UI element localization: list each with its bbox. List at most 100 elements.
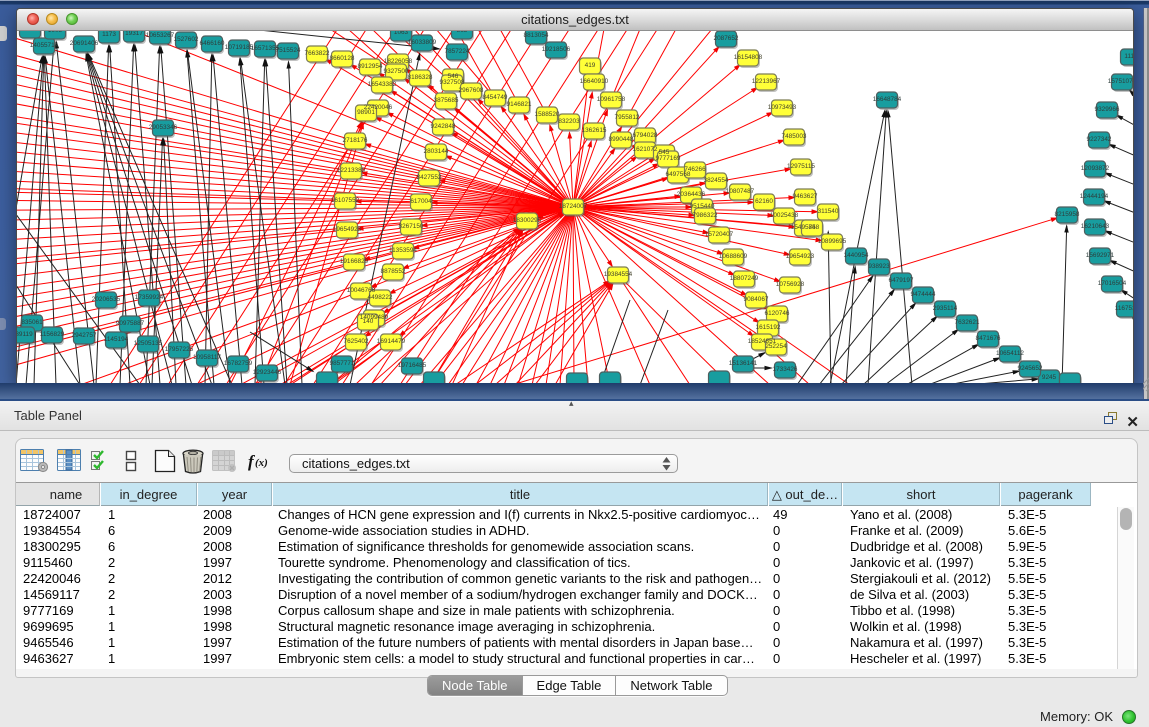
svg-text:10719185: 10719185 xyxy=(225,44,254,51)
svg-text:16543382: 16543382 xyxy=(368,81,397,88)
svg-text:39119: 39119 xyxy=(17,331,33,338)
svg-text:1117: 1117 xyxy=(1124,53,1133,60)
svg-text:7986322: 7986322 xyxy=(693,212,718,219)
svg-text:19317: 19317 xyxy=(125,31,143,37)
svg-text:20691406: 20691406 xyxy=(70,40,99,47)
svg-text:14055714: 14055714 xyxy=(30,42,59,49)
svg-text:15751074: 15751074 xyxy=(1108,78,1133,85)
svg-text:19384554: 19384554 xyxy=(604,271,633,278)
svg-text:2942757: 2942757 xyxy=(72,332,97,339)
svg-text:7485003: 7485003 xyxy=(782,133,807,140)
svg-text:19166829: 19166829 xyxy=(340,258,369,265)
svg-text:3824554: 3824554 xyxy=(704,177,729,184)
svg-text:2718176: 2718176 xyxy=(343,137,368,144)
svg-text:1156829: 1156829 xyxy=(40,331,65,338)
svg-text:12975115: 12975115 xyxy=(787,163,815,170)
svg-text:84: 84 xyxy=(808,224,816,231)
svg-text:1903: 1903 xyxy=(48,31,63,34)
svg-text:18226058: 18226058 xyxy=(384,58,413,65)
svg-text:1615192: 1615192 xyxy=(756,324,781,331)
svg-text:15136141: 15136141 xyxy=(729,360,758,367)
svg-text:7857224: 7857224 xyxy=(445,48,470,55)
svg-text:10688609: 10688609 xyxy=(719,253,748,260)
svg-text:10973493: 10973493 xyxy=(768,104,797,111)
svg-text:10899695: 10899695 xyxy=(818,238,847,245)
svg-text:17957225: 17957225 xyxy=(165,346,194,353)
svg-text:9245: 9245 xyxy=(1042,374,1057,381)
svg-text:252254: 252254 xyxy=(765,343,787,350)
svg-text:10958117: 10958117 xyxy=(193,354,221,361)
svg-text:2935114: 2935114 xyxy=(933,305,958,312)
svg-text:140: 140 xyxy=(363,318,374,325)
svg-text:12923446: 12923446 xyxy=(253,369,282,376)
svg-text:1362615: 1362615 xyxy=(582,127,607,134)
svg-text:9329966: 9329966 xyxy=(1095,106,1120,113)
svg-text:1145194: 1145194 xyxy=(104,336,129,343)
svg-text:8660128: 8660128 xyxy=(330,55,355,62)
svg-text:9146821: 9146821 xyxy=(507,101,532,108)
svg-text:19716485: 19716485 xyxy=(398,362,427,369)
svg-text:8215958: 8215958 xyxy=(1055,211,1080,218)
svg-text:1733426: 1733426 xyxy=(773,366,798,373)
svg-text:863: 863 xyxy=(457,31,468,34)
svg-text:8427552: 8427552 xyxy=(417,174,442,181)
svg-text:1527602: 1527602 xyxy=(174,36,199,43)
svg-text:1063: 1063 xyxy=(394,31,409,36)
svg-text:419: 419 xyxy=(585,62,596,69)
svg-text:8878552: 8878552 xyxy=(381,268,406,275)
svg-text:6120746: 6120746 xyxy=(765,310,790,317)
svg-text:(x): (x) xyxy=(255,457,268,469)
svg-text:16648784: 16648784 xyxy=(873,96,902,103)
svg-text:9245652: 9245652 xyxy=(1018,365,1043,372)
svg-text:18807249: 18807249 xyxy=(730,275,759,282)
svg-text:938923: 938923 xyxy=(868,263,890,270)
svg-text:98901: 98901 xyxy=(357,109,375,116)
svg-text:16154808: 16154808 xyxy=(734,54,763,61)
svg-text:62160: 62160 xyxy=(755,198,773,205)
svg-text:12093872: 12093872 xyxy=(1081,165,1110,172)
svg-text:9084067: 9084067 xyxy=(744,296,769,303)
svg-text:15720407: 15720407 xyxy=(705,231,734,238)
svg-text:835061: 835061 xyxy=(21,319,43,326)
svg-text:16033809: 16033809 xyxy=(408,39,437,46)
svg-text:2967608: 2967608 xyxy=(459,87,484,94)
svg-text:19654923: 19654923 xyxy=(333,226,362,233)
svg-text:9327508: 9327508 xyxy=(440,79,465,86)
svg-text:1588520: 1588520 xyxy=(535,111,560,118)
svg-text:10807487: 10807487 xyxy=(726,188,755,195)
svg-text:12444194: 12444194 xyxy=(1080,193,1109,200)
svg-text:8471676: 8471676 xyxy=(976,335,1001,342)
svg-text:1173: 1173 xyxy=(102,31,116,38)
svg-text:16210643: 16210643 xyxy=(1081,223,1110,230)
svg-text:6466160: 6466160 xyxy=(200,40,225,47)
svg-text:1167533: 1167533 xyxy=(1115,305,1133,312)
svg-text:617004: 617004 xyxy=(410,198,432,205)
svg-text:8454749: 8454749 xyxy=(483,94,508,101)
svg-text:746266: 746266 xyxy=(684,166,706,173)
svg-text:17016504: 17016504 xyxy=(1098,280,1127,287)
svg-text:9327500: 9327500 xyxy=(384,68,409,75)
svg-text:6794028: 6794028 xyxy=(633,132,658,139)
svg-text:16107552: 16107552 xyxy=(331,197,360,204)
svg-text:12505135: 12505135 xyxy=(134,340,163,347)
svg-text:1440954: 1440954 xyxy=(844,252,869,259)
svg-text:10046766: 10046766 xyxy=(347,287,376,294)
svg-text:7515524: 7515524 xyxy=(276,47,301,54)
svg-text:9857771: 9857771 xyxy=(330,360,355,367)
svg-text:3875685: 3875685 xyxy=(434,97,459,104)
svg-text:19654923: 19654923 xyxy=(786,253,815,260)
svg-text:20364436: 20364436 xyxy=(677,191,706,198)
svg-text:9242848: 9242848 xyxy=(431,123,456,130)
svg-text:7632621: 7632621 xyxy=(955,319,980,326)
svg-text:9777169: 9777169 xyxy=(656,155,681,162)
svg-text:29053346: 29053346 xyxy=(149,124,178,131)
svg-text:8912954: 8912954 xyxy=(358,63,383,70)
svg-text:10653267: 10653267 xyxy=(146,32,175,39)
svg-text:16640910: 16640910 xyxy=(580,78,609,85)
svg-text:20206535: 20206535 xyxy=(92,296,121,303)
svg-text:1621072: 1621072 xyxy=(633,146,658,153)
svg-text:7955812: 7955812 xyxy=(615,114,640,121)
svg-text:8813054: 8813054 xyxy=(524,32,549,39)
svg-text:18724007: 18724007 xyxy=(559,203,588,210)
svg-text:2087652: 2087652 xyxy=(714,35,739,42)
